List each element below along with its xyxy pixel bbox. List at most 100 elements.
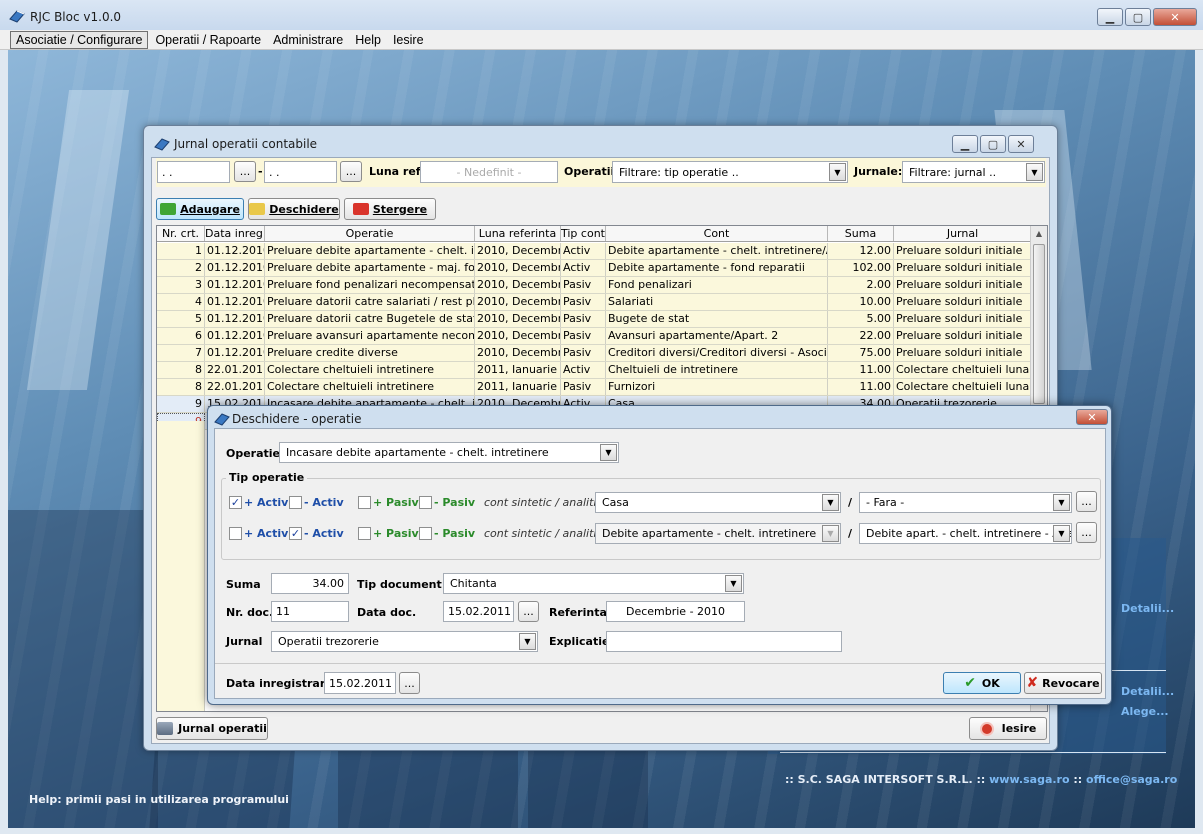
- table-row[interactable]: 1 01.12.2010 Preluare debite apartamente -…: [157, 243, 1032, 260]
- table-cell: 22.01.2011: [207, 362, 265, 378]
- cont-analitic-picker-1[interactable]: ...: [1076, 491, 1097, 512]
- close-button[interactable]: ✕: [1008, 135, 1034, 153]
- minus-activ-checkbox-1[interactable]: [289, 496, 302, 509]
- nr-doc-input[interactable]: 11: [271, 601, 349, 622]
- dialog-close-button[interactable]: ✕: [1076, 409, 1108, 425]
- minus-activ-checkbox-2[interactable]: ✓: [289, 527, 302, 540]
- operatie-value: Incasare debite apartamente - chelt. int…: [286, 446, 549, 459]
- plus-pasiv-checkbox-1[interactable]: [358, 496, 371, 509]
- table-cell: 7: [157, 345, 205, 361]
- add-button[interactable]: Adaugare: [156, 198, 244, 220]
- table-row[interactable]: 8 22.01.2011 Colectare cheltuieli intretin…: [157, 379, 1032, 396]
- close-button[interactable]: ✕: [1153, 8, 1197, 26]
- scroll-thumb[interactable]: [1033, 244, 1045, 404]
- detalii-link-2[interactable]: Detalii...: [1121, 685, 1174, 698]
- menu-iesire[interactable]: Iesire: [388, 32, 429, 48]
- minus-pasiv-label-2: - Pasiv: [434, 527, 476, 540]
- table-cell: Creditori diversi/Creditori diversi - As…: [608, 345, 828, 361]
- tip-document-select[interactable]: Chitanta ▼: [443, 573, 744, 594]
- table-row[interactable]: 3 01.12.2010 Preluare fond penalizari neco…: [157, 277, 1032, 294]
- website-link[interactable]: www.saga.ro: [989, 773, 1069, 786]
- menu-operatii[interactable]: Operatii / Rapoarte: [150, 32, 266, 48]
- date-to-input[interactable]: . .: [264, 161, 337, 183]
- table-cell: Furnizori: [606, 379, 828, 395]
- col-luna[interactable]: Luna referinta: [475, 226, 561, 241]
- date-to-picker-button[interactable]: ...: [340, 161, 362, 182]
- add-button-label: Adaugare: [180, 202, 240, 216]
- table-cell: 2010, Decembrie: [475, 294, 561, 310]
- open-button[interactable]: Deschidere: [248, 198, 340, 220]
- menu-administrare[interactable]: Administrare: [268, 32, 348, 48]
- cont-sintetic-select-1[interactable]: Casa ▼: [595, 492, 841, 513]
- luna-ref-input[interactable]: - Nedefinit -: [420, 161, 558, 183]
- explicatie-input[interactable]: [606, 631, 842, 652]
- exit-button[interactable]: Iesire: [969, 717, 1047, 740]
- table-row[interactable]: 2 01.12.2010 Preluare debite apartamente -…: [157, 260, 1032, 277]
- jurnale-filter-select[interactable]: Filtrare: jurnal .. ▼: [902, 161, 1045, 183]
- menu-asociatie[interactable]: Asociatie / Configurare: [10, 30, 149, 49]
- chevron-down-icon: ▼: [1053, 525, 1070, 542]
- data-inreg-picker-button[interactable]: ...: [399, 672, 420, 694]
- alege-link[interactable]: Alege...: [1121, 705, 1169, 718]
- table-cell: 01.12.2010: [207, 311, 265, 327]
- menu-help[interactable]: Help: [350, 32, 386, 48]
- table-row[interactable]: 4 01.12.2010 Preluare datorii catre salari…: [157, 294, 1032, 311]
- referinta-input[interactable]: Decembrie - 2010: [606, 601, 745, 622]
- help-link[interactable]: Help: primii pasi in utilizarea programu…: [29, 793, 289, 806]
- table-row[interactable]: 7 01.12.2010 Preluare credite diverse 2010,…: [157, 345, 1032, 362]
- cont-label-2: cont sintetic / analitic: [484, 527, 603, 540]
- maximize-button[interactable]: ▢: [980, 135, 1006, 153]
- cont-analitic-select-1[interactable]: - Fara - ▼: [859, 492, 1072, 513]
- detalii-link-1[interactable]: Detalii...: [1121, 602, 1174, 615]
- delete-button-label: Stergere: [372, 202, 428, 216]
- table-cell: Pasiv: [561, 294, 606, 310]
- table-cell: 8: [157, 362, 205, 378]
- data-doc-picker-button[interactable]: ...: [518, 601, 539, 622]
- suma-label: Suma: [226, 578, 261, 591]
- delete-button[interactable]: Stergere: [344, 198, 436, 220]
- ok-button[interactable]: ✔ OK: [943, 672, 1021, 694]
- cont-analitic-picker-2[interactable]: ...: [1076, 522, 1097, 543]
- minimize-button[interactable]: ▁: [1097, 8, 1123, 26]
- date-from-input[interactable]: . .: [157, 161, 230, 183]
- col-jurnal[interactable]: Jurnal: [894, 226, 1032, 241]
- suma-input[interactable]: 34.00: [271, 573, 349, 594]
- table-row[interactable]: 8 22.01.2011 Colectare cheltuieli intretin…: [157, 362, 1032, 379]
- operatie-select[interactable]: Incasare debite apartamente - chelt. int…: [279, 442, 619, 463]
- minus-pasiv-checkbox-1[interactable]: [419, 496, 432, 509]
- maximize-button[interactable]: ▢: [1125, 8, 1151, 26]
- table-cell: Debite apartamente - fond reparatii: [606, 260, 828, 276]
- date-from-picker-button[interactable]: ...: [234, 161, 256, 182]
- col-nr[interactable]: Nr. crt.: [157, 226, 205, 241]
- col-cont[interactable]: Cont: [606, 226, 828, 241]
- table-row[interactable]: 5 01.12.2010 Preluare datorii catre Bugete…: [157, 311, 1032, 328]
- minus-pasiv-checkbox-2[interactable]: [419, 527, 432, 540]
- plus-pasiv-checkbox-2[interactable]: [358, 527, 371, 540]
- dialog-body: Operatie Incasare debite apartamente - c…: [214, 428, 1106, 699]
- col-suma[interactable]: Suma: [828, 226, 894, 241]
- plus-activ-checkbox-1[interactable]: ✓: [229, 496, 242, 509]
- cont-analitic-select-2[interactable]: Debite apart. - chelt. intretinere - Apa…: [859, 523, 1072, 544]
- col-tip-cont[interactable]: Tip cont: [561, 226, 606, 241]
- table-cell: Preluare solduri initiale: [894, 243, 1032, 259]
- print-jurnal-button[interactable]: Jurnal operatii: [156, 717, 268, 740]
- explicatie-label: Explicatie: [549, 635, 610, 648]
- email-link[interactable]: office@saga.ro: [1086, 773, 1177, 786]
- data-doc-input[interactable]: 15.02.2011: [443, 601, 514, 622]
- plus-activ-checkbox-2[interactable]: [229, 527, 242, 540]
- cont-label-1: cont sintetic / analitic: [484, 496, 603, 509]
- slash-separator: /: [848, 527, 853, 540]
- data-inreg-input[interactable]: 15.02.2011: [324, 672, 396, 694]
- jurnal-value: Operatii trezorerie: [278, 635, 379, 648]
- data-doc-label: Data doc.: [357, 606, 417, 619]
- table-row[interactable]: 6 01.12.2010 Preluare avansuri apartamente…: [157, 328, 1032, 345]
- col-operatie[interactable]: Operatie: [265, 226, 475, 241]
- operatii-filter-select[interactable]: Filtrare: tip operatie .. ▼: [612, 161, 848, 183]
- col-data[interactable]: Data inreg.: [205, 226, 265, 241]
- minimize-button[interactable]: ▁: [952, 135, 978, 153]
- app-title: RJC Bloc v1.0.0: [30, 10, 122, 24]
- cancel-button[interactable]: ✘ Revocare: [1024, 672, 1102, 694]
- cont-sintetic-select-2[interactable]: Debite apartamente - chelt. intretinere …: [595, 523, 841, 544]
- jurnal-select[interactable]: Operatii trezorerie ▼: [271, 631, 538, 652]
- scroll-up-icon[interactable]: ▲: [1031, 226, 1047, 242]
